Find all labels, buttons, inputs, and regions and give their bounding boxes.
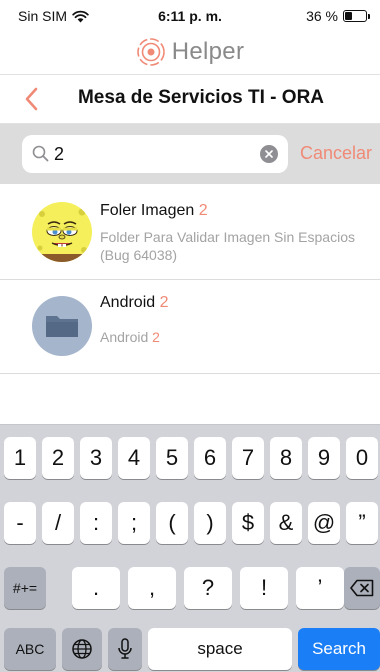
- backspace-icon: [350, 579, 374, 597]
- key-dollar[interactable]: $: [232, 502, 264, 544]
- key-period[interactable]: .: [72, 567, 120, 609]
- microphone-icon: [118, 638, 132, 659]
- key-at[interactable]: @: [308, 502, 340, 544]
- list-item[interactable]: Foler Imagen 2 Folder Para Validar Image…: [0, 184, 380, 280]
- battery-percent: 36 %: [306, 8, 338, 24]
- key-slash[interactable]: /: [42, 502, 74, 544]
- key-1[interactable]: 1: [4, 437, 36, 479]
- battery-indicator: 36 %: [306, 8, 370, 24]
- key-question[interactable]: ?: [184, 567, 232, 609]
- battery-icon: [343, 10, 367, 22]
- sponge-character-avatar: [32, 202, 92, 262]
- search-key[interactable]: Search: [298, 628, 380, 670]
- clear-search-icon[interactable]: [260, 145, 278, 163]
- key-semicolon[interactable]: ;: [118, 502, 150, 544]
- item-title: Android 2: [100, 294, 169, 311]
- key-0[interactable]: 0: [346, 437, 378, 479]
- key-hyphen[interactable]: -: [4, 502, 36, 544]
- match-highlight: 2: [159, 294, 169, 311]
- key-7[interactable]: 7: [232, 437, 264, 479]
- key-quote[interactable]: ”: [346, 502, 378, 544]
- space-key[interactable]: space: [148, 628, 292, 670]
- key-2[interactable]: 2: [42, 437, 74, 479]
- folder-icon: [32, 296, 92, 356]
- key-4[interactable]: 4: [118, 437, 150, 479]
- key-ampersand[interactable]: &: [270, 502, 302, 544]
- key-symbols[interactable]: #+=: [4, 567, 46, 609]
- key-close-paren[interactable]: ): [194, 502, 226, 544]
- key-colon[interactable]: :: [80, 502, 112, 544]
- key-5[interactable]: 5: [156, 437, 188, 479]
- dictation-key[interactable]: [108, 628, 142, 670]
- search-field[interactable]: [22, 135, 288, 173]
- match-highlight: 2: [198, 202, 208, 219]
- item-subtitle: Folder Para Validar Imagen Sin Espacios …: [100, 229, 355, 263]
- nav-header: Mesa de Servicios TI - ORA: [0, 74, 380, 124]
- search-section: Cancelar: [0, 124, 380, 184]
- key-exclamation[interactable]: !: [240, 567, 288, 609]
- key-abc[interactable]: ABC: [4, 628, 56, 670]
- match-highlight: 2: [152, 329, 160, 345]
- key-6[interactable]: 6: [194, 437, 226, 479]
- globe-key[interactable]: [62, 628, 102, 670]
- app-logo-bar: Helper: [0, 30, 380, 74]
- item-title: Foler Imagen 2: [100, 202, 208, 219]
- key-8[interactable]: 8: [270, 437, 302, 479]
- list-item[interactable]: Android 2 Android 2: [0, 280, 380, 374]
- helper-logo-icon: [136, 38, 165, 66]
- key-9[interactable]: 9: [308, 437, 340, 479]
- app-logo-text: Helper: [171, 38, 245, 65]
- status-bar: Sin SIM 6:11 p. m. 36 %: [0, 0, 380, 30]
- item-subtitle: Android 2: [100, 329, 160, 345]
- results-list: Foler Imagen 2 Folder Para Validar Image…: [0, 184, 380, 374]
- onscreen-keyboard: 1 2 3 4 5 6 7 8 9 0 - / : ; ( ) $ & @ ” …: [0, 424, 380, 672]
- delete-key[interactable]: [344, 567, 380, 609]
- key-comma[interactable]: ,: [128, 567, 176, 609]
- key-apostrophe[interactable]: ’: [296, 567, 344, 609]
- key-3[interactable]: 3: [80, 437, 112, 479]
- cancel-button[interactable]: Cancelar: [300, 143, 372, 164]
- key-open-paren[interactable]: (: [156, 502, 188, 544]
- search-icon: [32, 145, 49, 162]
- globe-icon: [72, 639, 92, 659]
- page-title: Mesa de Servicios TI - ORA: [77, 87, 325, 108]
- search-input[interactable]: [54, 142, 254, 166]
